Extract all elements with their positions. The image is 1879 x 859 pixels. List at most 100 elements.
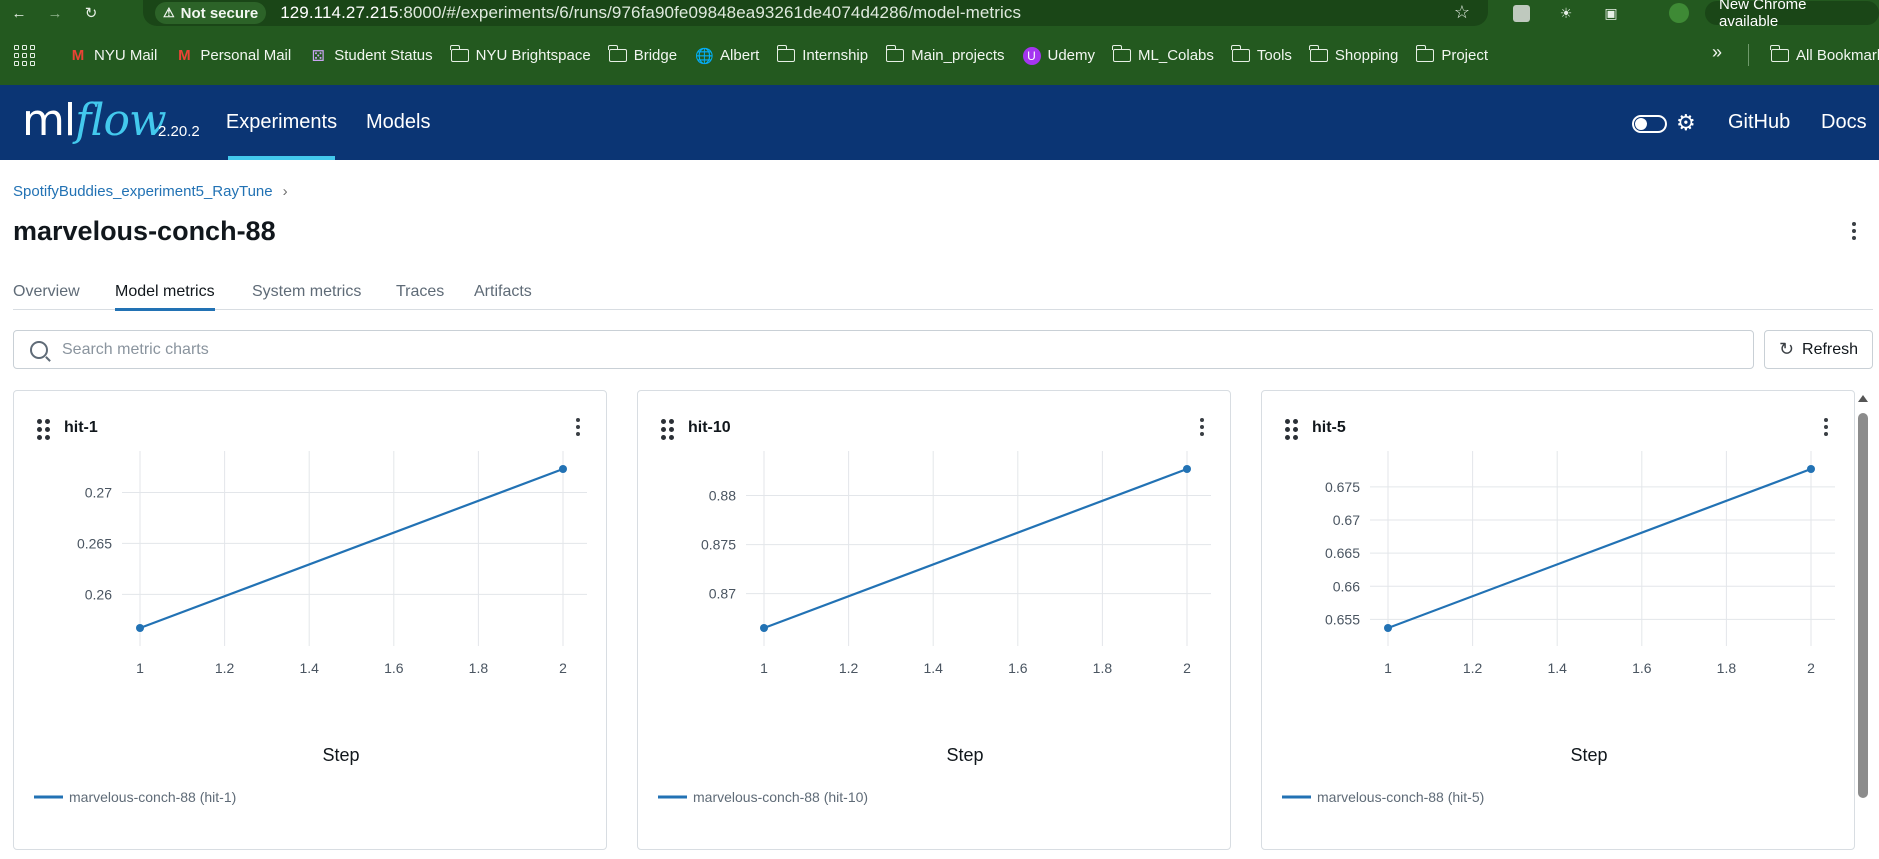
bookmark-tools[interactable]: Tools bbox=[1223, 42, 1301, 70]
bookmark-student-status[interactable]: ⚄ Student Status bbox=[300, 42, 441, 70]
bookmark-label: Albert bbox=[720, 47, 760, 64]
legend-label: marvelous-conch-88 (hit-10) bbox=[693, 789, 868, 805]
y-tick-label: 0.66 bbox=[1333, 578, 1360, 594]
bookmark-main-projects[interactable]: Main_projects bbox=[877, 42, 1013, 70]
bookmark-personal-mail[interactable]: M Personal Mail bbox=[166, 42, 300, 70]
breadcrumb-experiment-link[interactable]: SpotifyBuddies_experiment5_RayTune bbox=[13, 183, 273, 200]
bookmark-udemy[interactable]: U Udemy bbox=[1014, 42, 1105, 70]
bookmark-ml-colabs[interactable]: ML_Colabs bbox=[1104, 42, 1223, 70]
bookmark-nyu-brightspace[interactable]: NYU Brightspace bbox=[442, 42, 600, 70]
version-label: 2.20.2 bbox=[158, 123, 200, 140]
metric-search-box bbox=[13, 330, 1754, 369]
bookmark-shopping[interactable]: Shopping bbox=[1301, 42, 1407, 70]
forward-arrow-icon[interactable]: → bbox=[42, 0, 68, 26]
back-arrow-icon[interactable]: ← bbox=[6, 0, 32, 26]
chart-card-hit-5: hit-5 1 1.2 1.4 1.6 1.8 2 0.655 0.66 0.665 0.67 0.… bbox=[1261, 390, 1855, 850]
new-chrome-button[interactable]: New Chrome available bbox=[1705, 0, 1879, 30]
tab-artifacts[interactable]: Artifacts bbox=[474, 283, 532, 310]
x-tick-label: 1.2 bbox=[1463, 660, 1483, 676]
profile-avatar-icon[interactable] bbox=[1668, 3, 1690, 23]
scroll-thumb[interactable] bbox=[1858, 413, 1868, 798]
x-tick-label: 1.4 bbox=[299, 660, 319, 676]
chart-svg: 1 1.2 1.4 1.6 1.8 2 0.26 0.265 0.27 Step marvelous… bbox=[34, 451, 587, 805]
page-overflow-menu-icon[interactable] bbox=[1844, 219, 1864, 243]
dark-mode-toggle[interactable] bbox=[1632, 115, 1667, 133]
tab-system-metrics[interactable]: System metrics bbox=[252, 283, 361, 310]
bookmark-nyu-mail[interactable]: M NYU Mail bbox=[60, 42, 166, 70]
x-tick-label: 1.8 bbox=[1717, 660, 1737, 676]
docs-link[interactable]: Docs bbox=[1821, 85, 1867, 160]
x-axis-label: Step bbox=[322, 745, 359, 765]
y-tick-label: 0.875 bbox=[701, 537, 736, 553]
bookmark-project[interactable]: Project bbox=[1407, 42, 1497, 70]
logo-ml-text: ml bbox=[22, 95, 76, 146]
mlflow-logo[interactable]: mlflow bbox=[22, 95, 167, 146]
more-bookmarks-chevron-icon[interactable]: » bbox=[1712, 42, 1722, 63]
page-title: marvelous-conch-88 bbox=[13, 216, 276, 246]
bookmark-label: Student Status bbox=[334, 47, 433, 64]
refresh-label: Refresh bbox=[1802, 340, 1859, 358]
reload-icon[interactable]: ↻ bbox=[78, 0, 104, 26]
x-tick-label: 1.6 bbox=[1008, 660, 1028, 676]
data-point bbox=[1183, 465, 1191, 473]
y-tick-label: 0.27 bbox=[85, 484, 112, 500]
bookmark-label: Main_projects bbox=[911, 47, 1005, 64]
chart-card-hit-10: hit-10 1 1.2 1.4 1.6 1.8 2 0.87 0.875 0.88 Step ma… bbox=[637, 390, 1231, 850]
x-tick-label: 2 bbox=[1183, 660, 1191, 676]
gmail-icon: M bbox=[71, 47, 85, 64]
tab-traces[interactable]: Traces bbox=[396, 283, 444, 310]
address-bar[interactable]: ⚠ Not secure 129.114.27.215:8000/#/exper… bbox=[143, 0, 1488, 26]
chart-svg: 1 1.2 1.4 1.6 1.8 2 0.655 0.66 0.665 0.67 0.675 Ste… bbox=[1282, 451, 1835, 805]
vertical-scrollbar[interactable] bbox=[1856, 395, 1870, 850]
bookmark-all-bookmarks[interactable]: All Bookmarks bbox=[1762, 41, 1879, 69]
bookmark-albert[interactable]: 🌐 Albert bbox=[686, 42, 768, 70]
tab-overview[interactable]: Overview bbox=[13, 283, 80, 310]
data-point bbox=[559, 465, 567, 473]
x-tick-label: 1.4 bbox=[923, 660, 943, 676]
x-tick-label: 1.8 bbox=[1093, 660, 1113, 676]
y-tick-label: 0.26 bbox=[85, 586, 112, 602]
extension-icon[interactable] bbox=[1510, 3, 1532, 23]
x-tick-label: 1.6 bbox=[1632, 660, 1652, 676]
scroll-up-arrow-icon[interactable] bbox=[1858, 395, 1868, 402]
bookmark-label: NYU Mail bbox=[94, 47, 158, 64]
tab-model-metrics[interactable]: Model metrics bbox=[115, 283, 215, 311]
search-input[interactable] bbox=[62, 340, 1662, 359]
x-tick-label: 1.2 bbox=[215, 660, 235, 676]
apps-grid-icon[interactable] bbox=[12, 44, 36, 68]
mlflow-header: mlflow 2.20.2 Experiments Models ⚙ GitHu… bbox=[0, 85, 1879, 160]
nav-models[interactable]: Models bbox=[366, 85, 430, 160]
bookmark-label: Udemy bbox=[1047, 47, 1096, 64]
data-point bbox=[760, 624, 768, 632]
udemy-icon: U bbox=[1022, 46, 1041, 65]
globe-icon: 🌐 bbox=[695, 47, 714, 65]
bookmark-star-icon[interactable]: ☆ bbox=[1454, 2, 1470, 23]
y-tick-label: 0.67 bbox=[1333, 512, 1360, 528]
folder-icon bbox=[776, 45, 796, 62]
bookmark-label: Bridge bbox=[633, 47, 678, 64]
y-tick-label: 0.87 bbox=[709, 586, 736, 602]
bookmark-internship[interactable]: Internship bbox=[768, 42, 877, 70]
x-tick-label: 1.6 bbox=[384, 660, 404, 676]
series-line bbox=[763, 467, 1188, 630]
url-text[interactable]: 129.114.27.215:8000/#/experiments/6/runs… bbox=[280, 3, 1021, 23]
github-link[interactable]: GitHub bbox=[1728, 85, 1790, 160]
nav-experiments[interactable]: Experiments bbox=[226, 85, 337, 160]
extension-icon[interactable]: ☀ bbox=[1555, 3, 1577, 23]
y-tick-label: 0.265 bbox=[77, 535, 112, 551]
x-tick-label: 1 bbox=[1384, 660, 1392, 676]
security-chip[interactable]: ⚠ Not secure bbox=[155, 2, 267, 24]
x-tick-label: 1.2 bbox=[839, 660, 859, 676]
warning-icon: ⚠ bbox=[163, 5, 175, 20]
puzzle-icon[interactable]: ▣ bbox=[1600, 3, 1622, 23]
bookmark-label: NYU Brightspace bbox=[475, 47, 591, 64]
refresh-button[interactable]: ↻ Refresh bbox=[1764, 330, 1873, 369]
logo-flow-text: flow bbox=[75, 95, 167, 146]
folder-icon bbox=[1231, 45, 1250, 62]
bookmark-bridge[interactable]: Bridge bbox=[600, 42, 686, 70]
x-axis-label: Step bbox=[1570, 745, 1607, 765]
folder-icon bbox=[1112, 45, 1132, 62]
folder-icon bbox=[1309, 45, 1328, 62]
legend-label: marvelous-conch-88 (hit-1) bbox=[69, 789, 236, 805]
search-icon bbox=[30, 340, 48, 359]
